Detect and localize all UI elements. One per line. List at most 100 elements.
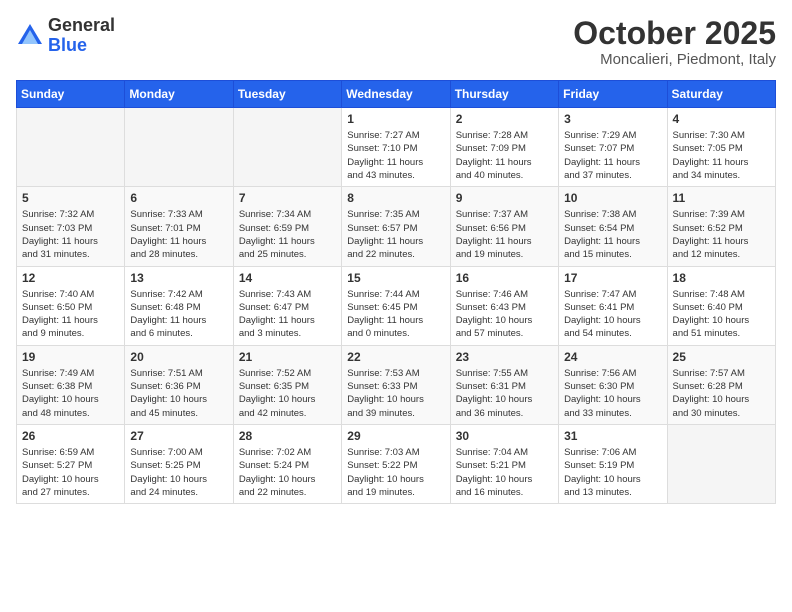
calendar-cell: 21 Sunrise: 7:52 AM Sunset: 6:35 PM Dayli… <box>233 345 341 424</box>
day-info: Sunrise: 7:51 AM Sunset: 6:36 PM Dayligh… <box>130 367 227 420</box>
day-info: Sunrise: 7:49 AM Sunset: 6:38 PM Dayligh… <box>22 367 119 420</box>
day-number: 21 <box>239 350 336 364</box>
day-info: Sunrise: 7:57 AM Sunset: 6:28 PM Dayligh… <box>673 367 770 420</box>
day-info: Sunrise: 7:34 AM Sunset: 6:59 PM Dayligh… <box>239 208 336 261</box>
day-info: Sunrise: 7:55 AM Sunset: 6:31 PM Dayligh… <box>456 367 553 420</box>
logo-general: General <box>48 15 115 35</box>
day-number: 18 <box>673 271 770 285</box>
day-number: 12 <box>22 271 119 285</box>
day-number: 9 <box>456 191 553 205</box>
calendar-cell: 13 Sunrise: 7:42 AM Sunset: 6:48 PM Dayli… <box>125 266 233 345</box>
calendar-cell: 23Sunrise: 7:55 AM Sunset: 6:31 PM Dayli… <box>450 345 558 424</box>
calendar-header-saturday: Saturday <box>667 81 775 108</box>
calendar-cell: 4 Sunrise: 7:30 AM Sunset: 7:05 PM Daylig… <box>667 108 775 187</box>
day-number: 25 <box>673 350 770 364</box>
calendar-cell <box>125 108 233 187</box>
day-number: 14 <box>239 271 336 285</box>
day-number: 31 <box>564 429 661 443</box>
day-number: 4 <box>673 112 770 126</box>
day-number: 22 <box>347 350 444 364</box>
calendar-cell: 27Sunrise: 7:00 AM Sunset: 5:25 PM Dayli… <box>125 424 233 503</box>
calendar-cell: 1 Sunrise: 7:27 AM Sunset: 7:10 PM Daylig… <box>342 108 450 187</box>
day-info: Sunrise: 7:06 AM Sunset: 5:19 PM Dayligh… <box>564 446 661 499</box>
page-header: General Blue October 2025 Moncalieri, Pi… <box>16 16 776 68</box>
calendar-header-monday: Monday <box>125 81 233 108</box>
day-number: 10 <box>564 191 661 205</box>
day-info: Sunrise: 7:42 AM Sunset: 6:48 PM Dayligh… <box>130 288 227 341</box>
day-number: 15 <box>347 271 444 285</box>
day-info: Sunrise: 7:44 AM Sunset: 6:45 PM Dayligh… <box>347 288 444 341</box>
day-number: 27 <box>130 429 227 443</box>
calendar-week-1: 5Sunrise: 7:32 AM Sunset: 7:03 PM Daylig… <box>17 187 776 266</box>
day-number: 17 <box>564 271 661 285</box>
calendar-cell: 24 Sunrise: 7:56 AM Sunset: 6:30 PM Dayli… <box>559 345 667 424</box>
day-info: Sunrise: 7:56 AM Sunset: 6:30 PM Dayligh… <box>564 367 661 420</box>
calendar-header-thursday: Thursday <box>450 81 558 108</box>
calendar-cell: 16 Sunrise: 7:46 AM Sunset: 6:43 PM Dayli… <box>450 266 558 345</box>
day-info: Sunrise: 7:33 AM Sunset: 7:01 PM Dayligh… <box>130 208 227 261</box>
day-number: 30 <box>456 429 553 443</box>
day-number: 24 <box>564 350 661 364</box>
day-info: Sunrise: 7:30 AM Sunset: 7:05 PM Dayligh… <box>673 129 770 182</box>
day-number: 8 <box>347 191 444 205</box>
calendar-header-friday: Friday <box>559 81 667 108</box>
calendar-cell: 30 Sunrise: 7:04 AM Sunset: 5:21 PM Dayli… <box>450 424 558 503</box>
day-number: 1 <box>347 112 444 126</box>
day-number: 20 <box>130 350 227 364</box>
day-number: 2 <box>456 112 553 126</box>
calendar-header-tuesday: Tuesday <box>233 81 341 108</box>
calendar-cell: 3Sunrise: 7:29 AM Sunset: 7:07 PM Daylig… <box>559 108 667 187</box>
day-info: Sunrise: 7:48 AM Sunset: 6:40 PM Dayligh… <box>673 288 770 341</box>
calendar-cell: 29 Sunrise: 7:03 AM Sunset: 5:22 PM Dayli… <box>342 424 450 503</box>
month-title: October 2025 <box>573 16 776 51</box>
day-info: Sunrise: 6:59 AM Sunset: 5:27 PM Dayligh… <box>22 446 119 499</box>
day-info: Sunrise: 7:52 AM Sunset: 6:35 PM Dayligh… <box>239 367 336 420</box>
day-info: Sunrise: 7:27 AM Sunset: 7:10 PM Dayligh… <box>347 129 444 182</box>
calendar-header-wednesday: Wednesday <box>342 81 450 108</box>
calendar-cell: 28Sunrise: 7:02 AM Sunset: 5:24 PM Dayli… <box>233 424 341 503</box>
day-info: Sunrise: 7:39 AM Sunset: 6:52 PM Dayligh… <box>673 208 770 261</box>
day-info: Sunrise: 7:02 AM Sunset: 5:24 PM Dayligh… <box>239 446 336 499</box>
calendar-cell: 8Sunrise: 7:35 AM Sunset: 6:57 PM Daylig… <box>342 187 450 266</box>
calendar-week-0: 1 Sunrise: 7:27 AM Sunset: 7:10 PM Daylig… <box>17 108 776 187</box>
location-subtitle: Moncalieri, Piedmont, Italy <box>573 51 776 68</box>
calendar-cell: 6Sunrise: 7:33 AM Sunset: 7:01 PM Daylig… <box>125 187 233 266</box>
day-number: 26 <box>22 429 119 443</box>
calendar-cell: 26 Sunrise: 6:59 AM Sunset: 5:27 PM Dayli… <box>17 424 125 503</box>
calendar-cell: 2 Sunrise: 7:28 AM Sunset: 7:09 PM Daylig… <box>450 108 558 187</box>
calendar-header-row: SundayMondayTuesdayWednesdayThursdayFrid… <box>17 81 776 108</box>
calendar-cell: 10 Sunrise: 7:38 AM Sunset: 6:54 PM Dayli… <box>559 187 667 266</box>
calendar-cell <box>233 108 341 187</box>
logo-icon <box>16 22 44 50</box>
calendar-cell: 18 Sunrise: 7:48 AM Sunset: 6:40 PM Dayli… <box>667 266 775 345</box>
calendar-cell: 22 Sunrise: 7:53 AM Sunset: 6:33 PM Dayli… <box>342 345 450 424</box>
day-number: 29 <box>347 429 444 443</box>
calendar-cell <box>667 424 775 503</box>
calendar-cell <box>17 108 125 187</box>
day-info: Sunrise: 7:28 AM Sunset: 7:09 PM Dayligh… <box>456 129 553 182</box>
day-number: 13 <box>130 271 227 285</box>
logo-blue: Blue <box>48 35 87 55</box>
calendar-cell: 7 Sunrise: 7:34 AM Sunset: 6:59 PM Daylig… <box>233 187 341 266</box>
calendar-cell: 5Sunrise: 7:32 AM Sunset: 7:03 PM Daylig… <box>17 187 125 266</box>
day-info: Sunrise: 7:46 AM Sunset: 6:43 PM Dayligh… <box>456 288 553 341</box>
day-number: 19 <box>22 350 119 364</box>
day-number: 11 <box>673 191 770 205</box>
day-info: Sunrise: 7:04 AM Sunset: 5:21 PM Dayligh… <box>456 446 553 499</box>
day-number: 16 <box>456 271 553 285</box>
day-info: Sunrise: 7:53 AM Sunset: 6:33 PM Dayligh… <box>347 367 444 420</box>
title-area: October 2025 Moncalieri, Piedmont, Italy <box>573 16 776 68</box>
day-info: Sunrise: 7:03 AM Sunset: 5:22 PM Dayligh… <box>347 446 444 499</box>
calendar-header-sunday: Sunday <box>17 81 125 108</box>
day-info: Sunrise: 7:38 AM Sunset: 6:54 PM Dayligh… <box>564 208 661 261</box>
day-number: 7 <box>239 191 336 205</box>
day-info: Sunrise: 7:40 AM Sunset: 6:50 PM Dayligh… <box>22 288 119 341</box>
day-info: Sunrise: 7:37 AM Sunset: 6:56 PM Dayligh… <box>456 208 553 261</box>
calendar-cell: 14Sunrise: 7:43 AM Sunset: 6:47 PM Dayli… <box>233 266 341 345</box>
calendar-cell: 19 Sunrise: 7:49 AM Sunset: 6:38 PM Dayli… <box>17 345 125 424</box>
day-info: Sunrise: 7:47 AM Sunset: 6:41 PM Dayligh… <box>564 288 661 341</box>
calendar-table: SundayMondayTuesdayWednesdayThursdayFrid… <box>16 80 776 504</box>
calendar-cell: 17 Sunrise: 7:47 AM Sunset: 6:41 PM Dayli… <box>559 266 667 345</box>
calendar-week-2: 12 Sunrise: 7:40 AM Sunset: 6:50 PM Dayli… <box>17 266 776 345</box>
calendar-week-3: 19 Sunrise: 7:49 AM Sunset: 6:38 PM Dayli… <box>17 345 776 424</box>
